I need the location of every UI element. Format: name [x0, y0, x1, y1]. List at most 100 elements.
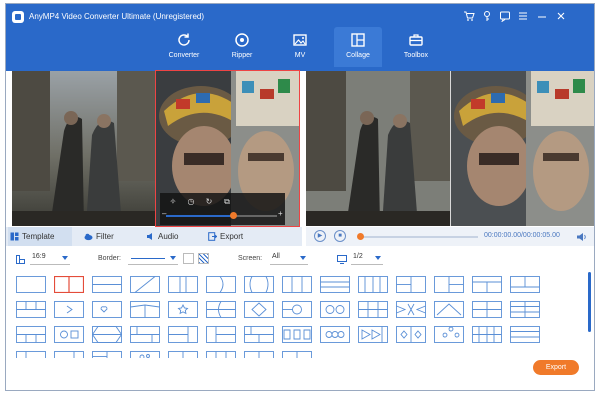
- export-icon: [208, 232, 217, 241]
- toolbox-icon: [409, 34, 423, 46]
- template-scrollbar[interactable]: [588, 272, 591, 332]
- border-color-button[interactable]: [183, 253, 194, 264]
- template-thumbnail[interactable]: [282, 351, 312, 358]
- page-select[interactable]: 1/2: [351, 253, 383, 265]
- volume-slider[interactable]: [166, 212, 277, 219]
- template-thumbnail[interactable]: [244, 351, 274, 358]
- template-layout-icon: [510, 301, 540, 318]
- border-line-preview: [131, 258, 165, 259]
- template-thumbnail[interactable]: [396, 326, 426, 343]
- template-grid: [16, 276, 576, 358]
- app-logo-icon: [12, 11, 24, 23]
- template-thumbnail[interactable]: [472, 301, 502, 318]
- template-layout-icon: [130, 351, 160, 358]
- template-thumbnail[interactable]: [92, 276, 122, 293]
- template-thumbnail[interactable]: [434, 326, 464, 343]
- template-thumbnail[interactable]: [206, 301, 236, 318]
- play-button[interactable]: ▶: [314, 230, 326, 242]
- template-thumbnail[interactable]: [92, 326, 122, 343]
- close-icon[interactable]: [554, 10, 568, 24]
- template-thumbnail[interactable]: [92, 301, 122, 318]
- template-thumbnail[interactable]: [54, 301, 84, 318]
- tab-mv[interactable]: MV: [276, 27, 324, 67]
- template-thumbnail[interactable]: [510, 301, 540, 318]
- tab-converter[interactable]: Converter: [160, 27, 208, 67]
- template-thumbnail[interactable]: [168, 276, 198, 293]
- progress-knob[interactable]: [357, 233, 364, 240]
- tab-collage[interactable]: Collage: [334, 27, 382, 67]
- stop-button[interactable]: ■: [334, 230, 346, 242]
- template-thumbnail[interactable]: [168, 351, 198, 358]
- export-button[interactable]: Export: [533, 360, 579, 375]
- tab-template[interactable]: Template: [8, 227, 72, 246]
- template-thumbnail[interactable]: [130, 301, 160, 318]
- template-thumbnail[interactable]: [396, 276, 426, 293]
- volume-plus-icon[interactable]: +: [278, 209, 283, 218]
- tab-export[interactable]: Export: [206, 227, 256, 246]
- template-thumbnail[interactable]: [320, 276, 350, 293]
- magic-wand-icon[interactable]: ✧: [168, 197, 178, 207]
- template-thumbnail[interactable]: [16, 301, 46, 318]
- tab-toolbox[interactable]: Toolbox: [392, 27, 440, 67]
- template-thumbnail[interactable]: [320, 301, 350, 318]
- template-thumbnail[interactable]: [130, 351, 160, 358]
- volume-knob[interactable]: [229, 212, 237, 219]
- template-thumbnail[interactable]: [206, 326, 236, 343]
- template-thumbnail[interactable]: [54, 326, 84, 343]
- progress-track[interactable]: [357, 233, 478, 240]
- collage-slot-left[interactable]: [12, 71, 155, 226]
- tab-filter[interactable]: Filter: [82, 227, 132, 246]
- template-thumbnail[interactable]: [358, 276, 388, 293]
- chevron-down-icon: [170, 256, 176, 260]
- template-layout-icon: [130, 276, 160, 293]
- template-thumbnail-selected[interactable]: [54, 276, 84, 293]
- template-thumbnail[interactable]: [320, 326, 350, 343]
- template-thumbnail[interactable]: [358, 326, 388, 343]
- template-thumbnail[interactable]: [244, 326, 274, 343]
- template-thumbnail[interactable]: [130, 276, 160, 293]
- tab-ripper[interactable]: Ripper: [218, 27, 266, 67]
- template-thumbnail[interactable]: [92, 351, 122, 358]
- rotate-icon[interactable]: ↻: [204, 197, 214, 207]
- tab-template-label: Template: [22, 232, 55, 241]
- template-thumbnail[interactable]: [244, 276, 274, 293]
- template-thumbnail[interactable]: [282, 301, 312, 318]
- minimize-icon[interactable]: [535, 10, 549, 24]
- volume-icon[interactable]: [576, 231, 588, 243]
- disc-icon: [235, 33, 249, 47]
- template-thumbnail[interactable]: [130, 326, 160, 343]
- template-thumbnail[interactable]: [358, 301, 388, 318]
- template-layout-icon: [54, 301, 84, 318]
- screen-select[interactable]: All: [270, 253, 308, 265]
- template-thumbnail[interactable]: [472, 326, 502, 343]
- template-thumbnail[interactable]: [16, 276, 46, 293]
- template-thumbnail[interactable]: [434, 276, 464, 293]
- template-thumbnail[interactable]: [168, 326, 198, 343]
- template-layout-icon: [168, 351, 198, 358]
- template-thumbnail[interactable]: [206, 351, 236, 358]
- template-thumbnail[interactable]: [510, 326, 540, 343]
- cart-icon[interactable]: [462, 10, 476, 24]
- template-thumbnail[interactable]: [396, 301, 426, 318]
- template-thumbnail[interactable]: [282, 326, 312, 343]
- clock-icon[interactable]: ◷: [186, 197, 196, 207]
- key-icon[interactable]: [480, 10, 494, 24]
- template-thumbnail[interactable]: [282, 276, 312, 293]
- menu-icon[interactable]: [516, 10, 530, 24]
- template-thumbnail[interactable]: [168, 301, 198, 318]
- template-thumbnail[interactable]: [244, 301, 274, 318]
- feedback-icon[interactable]: [498, 10, 512, 24]
- template-thumbnail[interactable]: [434, 301, 464, 318]
- template-layout-icon: [16, 326, 46, 343]
- tab-audio[interactable]: Audio: [144, 227, 194, 246]
- template-thumbnail[interactable]: [472, 276, 502, 293]
- template-thumbnail[interactable]: [16, 326, 46, 343]
- border-pattern-button[interactable]: [198, 253, 209, 264]
- template-thumbnail[interactable]: [206, 276, 236, 293]
- template-thumbnail[interactable]: [510, 276, 540, 293]
- template-thumbnail[interactable]: [54, 351, 84, 358]
- aspect-ratio-select[interactable]: 16:9: [30, 253, 70, 265]
- border-style-select[interactable]: [128, 253, 178, 265]
- template-thumbnail[interactable]: [16, 351, 46, 358]
- swap-icon[interactable]: ⧉: [222, 197, 232, 207]
